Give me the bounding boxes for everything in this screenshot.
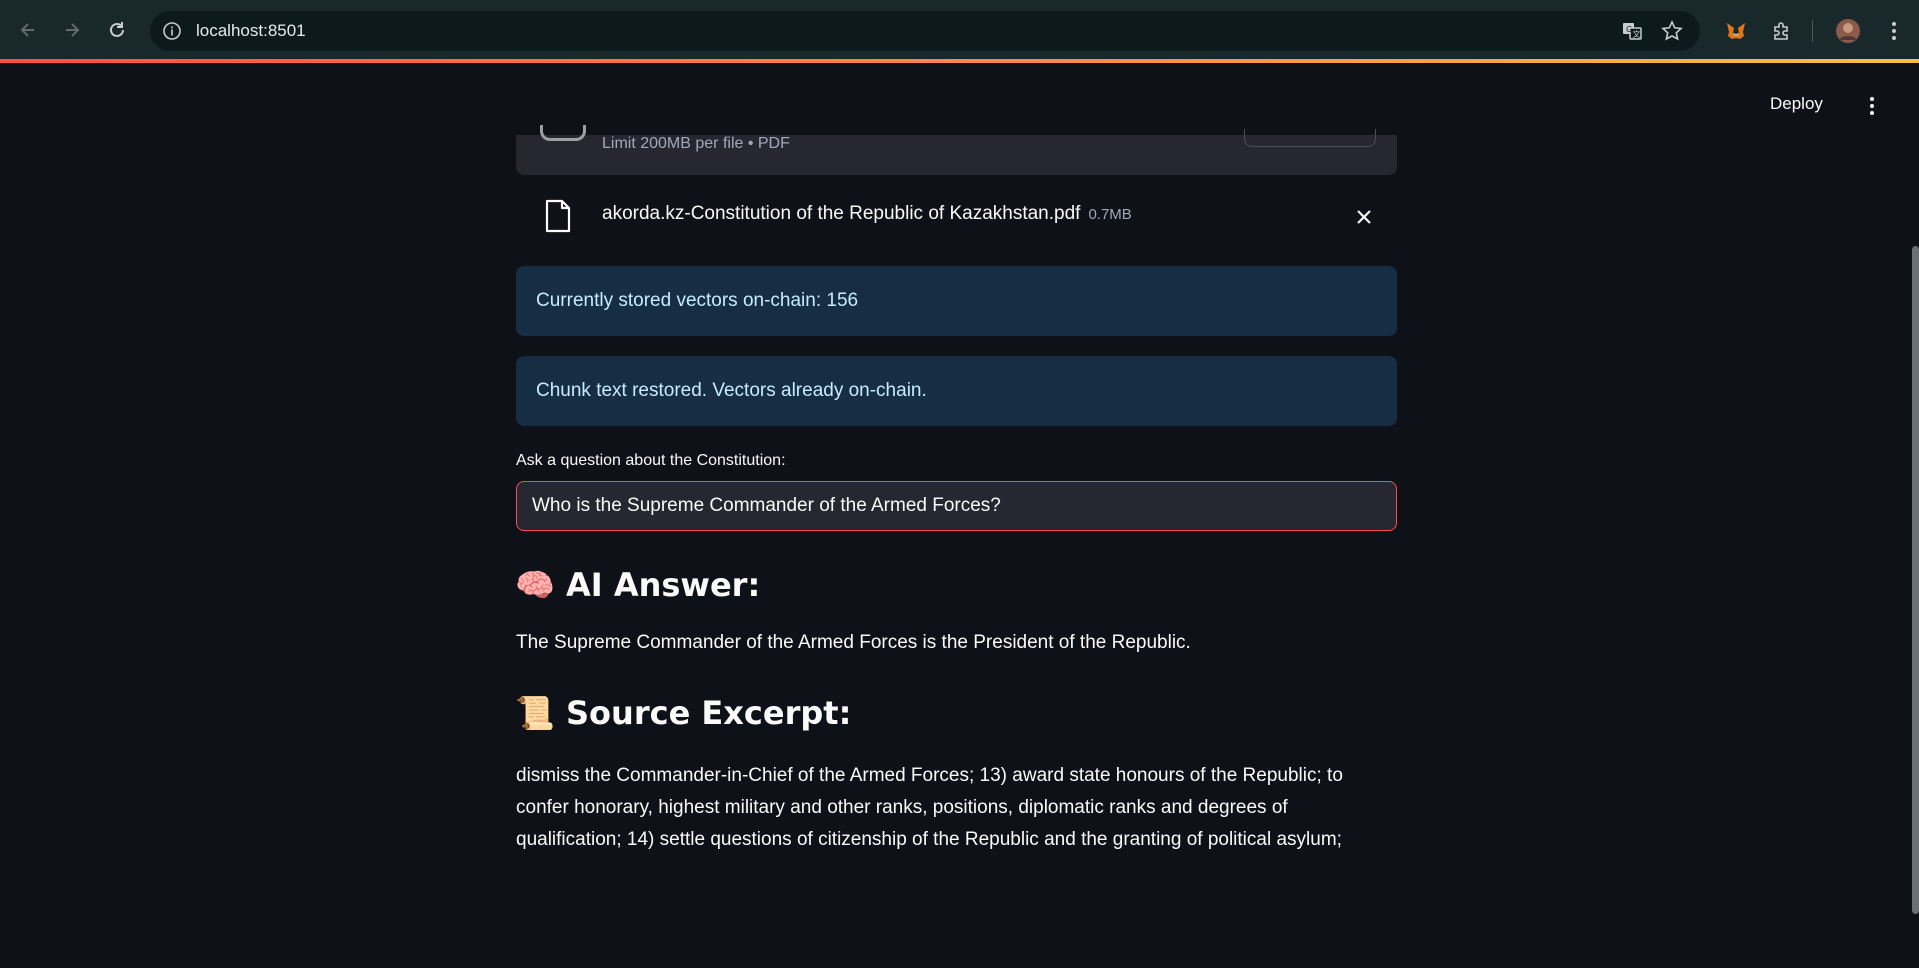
translate-icon[interactable]: G文 (1620, 19, 1644, 43)
restored-info-text: Chunk text restored. Vectors already on-… (536, 380, 927, 401)
back-icon[interactable] (14, 16, 42, 44)
file-dropzone[interactable]: Limit 200MB per file • PDF (516, 125, 1397, 175)
close-icon[interactable] (1352, 205, 1376, 229)
url-text: localhost:8501 (196, 21, 306, 40)
restored-info-alert: Chunk text restored. Vectors already on-… (516, 356, 1397, 426)
deploy-button[interactable]: Deploy (1770, 94, 1823, 114)
streamlit-decoration-bar (0, 59, 1919, 63)
ai-answer-text: The Supreme Commander of the Armed Force… (516, 632, 1191, 653)
address-bar[interactable]: localhost:8501 G文 (150, 11, 1700, 51)
bookmark-star-icon[interactable] (1660, 19, 1684, 43)
source-excerpt-text: dismiss the Commander-in-Chief of the Ar… (516, 765, 1343, 850)
question-input[interactable] (516, 481, 1397, 531)
source-excerpt-heading-text: Source Excerpt: (566, 694, 852, 732)
vectors-info-alert: Currently stored vectors on-chain: 156 (516, 266, 1397, 336)
svg-text:文: 文 (1633, 29, 1641, 39)
page-scrollbar[interactable] (1912, 246, 1919, 914)
toolbar-separator (1812, 20, 1813, 42)
browser-toolbar: localhost:8501 G文 (0, 0, 1919, 63)
question-label: Ask a question about the Constitution: (516, 452, 786, 469)
extensions-puzzle-icon[interactable] (1768, 17, 1796, 45)
chrome-menu-icon[interactable] (1880, 17, 1908, 45)
file-name: akorda.kz-Constitution of the Republic o… (602, 203, 1132, 225)
file-name-text: akorda.kz-Constitution of the Republic o… (602, 203, 1081, 224)
upload-limit-text: Limit 200MB per file • PDF (602, 135, 790, 152)
cloud-upload-icon (540, 125, 586, 141)
site-info-icon[interactable] (162, 21, 182, 41)
ai-answer-heading-text: AI Answer: (566, 566, 761, 604)
source-excerpt-heading: 📜 Source Excerpt: (515, 694, 852, 732)
kebab-menu-icon[interactable] (1862, 94, 1882, 118)
ai-answer-heading: 🧠 AI Answer: (515, 566, 761, 604)
forward-icon[interactable] (58, 16, 86, 44)
metamask-extension-icon[interactable] (1722, 17, 1750, 45)
vectors-info-text: Currently stored vectors on-chain: 156 (536, 290, 859, 311)
reload-icon[interactable] (103, 16, 131, 44)
file-size: 0.7MB (1088, 206, 1132, 223)
file-icon (544, 199, 572, 233)
browse-files-button[interactable] (1244, 129, 1376, 147)
brain-icon: 🧠 (515, 566, 555, 604)
profile-avatar[interactable] (1834, 17, 1862, 45)
scroll-icon: 📜 (515, 694, 555, 732)
uploaded-file-row: akorda.kz-Constitution of the Republic o… (516, 195, 1397, 243)
svg-text:G: G (1626, 25, 1632, 34)
